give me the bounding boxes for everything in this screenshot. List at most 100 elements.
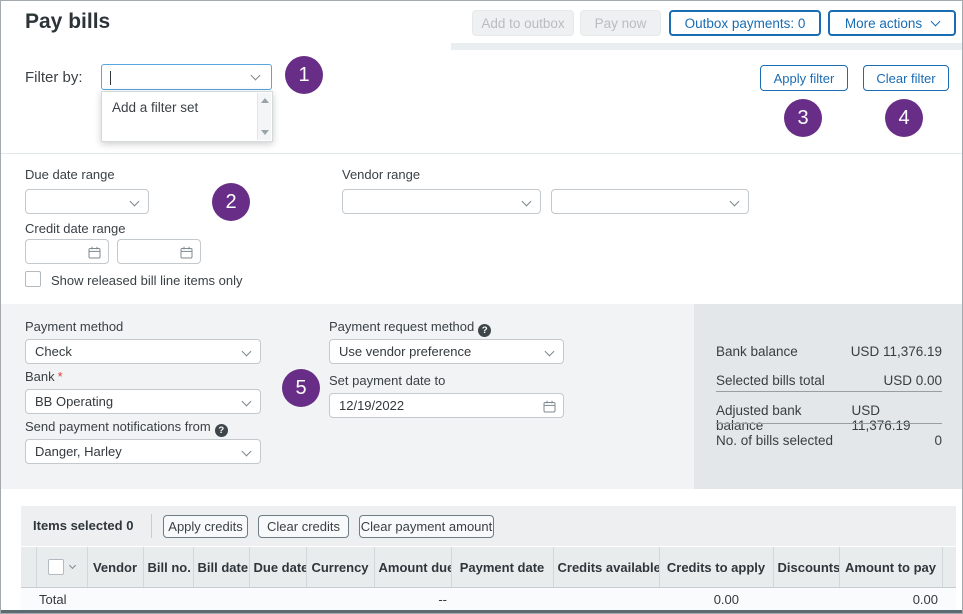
vendor-range-to-select[interactable]	[551, 189, 749, 214]
credit-date-range-label: Credit date range	[25, 221, 125, 236]
bank-label: Bank*	[25, 369, 63, 384]
apply-credits-button[interactable]: Apply credits	[163, 515, 248, 538]
total-empty	[942, 588, 956, 611]
col-due-date[interactable]: Due date	[249, 547, 306, 588]
required-asterisk: *	[58, 369, 63, 384]
callout-3: 3	[784, 99, 822, 137]
payment-date-input[interactable]: 12/19/2022	[329, 393, 564, 418]
toolbar-divider	[151, 514, 152, 538]
selected-bills-total-value: USD 0.00	[883, 373, 942, 388]
pay-bills-page: Pay bills Add to outbox Pay now Outbox p…	[0, 0, 963, 614]
clear-filter-button[interactable]: Clear filter	[863, 65, 949, 91]
total-empty	[87, 588, 374, 611]
credit-date-to-input[interactable]	[117, 239, 201, 264]
col-payment-date[interactable]: Payment date	[451, 547, 553, 588]
total-label: Total	[21, 588, 87, 611]
chevron-down-icon	[242, 447, 252, 457]
due-date-range-select[interactable]	[25, 189, 149, 214]
calendar-icon[interactable]	[180, 246, 193, 262]
payment-request-method-value: Use vendor preference	[339, 344, 471, 359]
vendor-range-label: Vendor range	[342, 167, 420, 182]
notifications-label-text: Send payment notifications from	[25, 419, 211, 434]
text-caret	[110, 71, 111, 85]
chevron-down-icon	[931, 17, 941, 27]
calendar-icon[interactable]	[543, 400, 556, 416]
chevron-down-icon	[130, 197, 140, 207]
bills-selected-count-value: 0	[934, 433, 942, 448]
clear-payment-amount-button[interactable]: Clear payment amount	[359, 515, 494, 538]
col-credits-available[interactable]: Credits available	[553, 547, 659, 588]
summary-row: No. of bills selected 0	[716, 433, 942, 448]
summary-divider	[716, 391, 942, 392]
help-icon[interactable]: ?	[215, 424, 228, 437]
due-date-range-label: Due date range	[25, 167, 115, 182]
payment-method-select[interactable]: Check	[25, 339, 261, 364]
notifications-from-label: Send payment notifications from?	[25, 419, 228, 437]
chevron-down-icon[interactable]	[69, 562, 76, 569]
help-icon[interactable]: ?	[478, 324, 491, 337]
select-all-checkbox[interactable]	[48, 559, 64, 575]
col-credits-to-apply[interactable]: Credits to apply	[659, 547, 773, 588]
callout-5: 5	[282, 369, 320, 407]
summary-row: Bank balance USD 11,376.19	[716, 344, 942, 359]
total-credits-to-apply: 0.00	[659, 588, 773, 611]
col-select-all	[36, 547, 87, 588]
header-shadow-strip	[451, 43, 962, 50]
summary-row: Selected bills total USD 0.00	[716, 373, 942, 388]
total-empty	[451, 588, 659, 611]
callout-4: 4	[885, 99, 923, 137]
items-selected-label: Items selected 0	[33, 518, 133, 533]
payment-request-method-label: Payment request method?	[329, 319, 491, 337]
col-bill-no[interactable]: Bill no.	[143, 547, 193, 588]
section-divider	[1, 153, 962, 154]
col-right-spacer	[942, 547, 956, 588]
show-released-label: Show released bill line items only	[51, 273, 242, 288]
col-currency[interactable]: Currency	[306, 547, 374, 588]
bank-select[interactable]: BB Operating	[25, 389, 261, 414]
calendar-icon[interactable]	[88, 246, 101, 262]
credit-date-from-input[interactable]	[25, 239, 109, 264]
bank-value: BB Operating	[35, 394, 113, 409]
callout-1: 1	[285, 56, 323, 94]
chevron-down-icon	[242, 347, 252, 357]
col-amount-due[interactable]: Amount due	[374, 547, 451, 588]
notifications-from-select[interactable]: Danger, Harley	[25, 439, 261, 464]
col-discounts[interactable]: Discounts	[773, 547, 839, 588]
bank-balance-value: USD 11,376.19	[851, 344, 942, 359]
total-row: Total -- 0.00 0.00	[21, 588, 956, 611]
chevron-down-icon	[730, 197, 740, 207]
table-header-row: Vendor Bill no. Bill date Due date Curre…	[21, 547, 956, 588]
bank-label-text: Bank	[25, 369, 55, 384]
bills-selected-count-label: No. of bills selected	[716, 433, 833, 448]
total-empty	[773, 588, 839, 611]
payment-method-value: Check	[35, 344, 72, 359]
col-bill-date[interactable]: Bill date	[193, 547, 249, 588]
selected-bills-total-label: Selected bills total	[716, 373, 825, 388]
show-released-checkbox[interactable]	[25, 271, 41, 287]
apply-filter-button[interactable]: Apply filter	[760, 65, 848, 91]
vendor-range-from-select[interactable]	[342, 189, 541, 214]
balance-summary-panel: Bank balance USD 11,376.19 Selected bill…	[694, 304, 962, 489]
bills-table: Vendor Bill no. Bill date Due date Curre…	[21, 546, 956, 611]
col-vendor[interactable]: Vendor	[87, 547, 143, 588]
more-actions-button[interactable]: More actions	[828, 10, 956, 36]
clear-credits-button[interactable]: Clear credits	[258, 515, 349, 538]
col-amount-to-pay[interactable]: Amount to pay	[839, 547, 942, 588]
scroll-up-icon[interactable]	[261, 98, 269, 103]
outbox-payments-button[interactable]: Outbox payments: 0	[669, 10, 821, 36]
pay-now-button[interactable]: Pay now	[580, 10, 661, 36]
scroll-down-icon[interactable]	[261, 130, 269, 135]
filter-set-combobox[interactable]	[101, 64, 272, 90]
payment-date-value: 12/19/2022	[339, 398, 404, 413]
payment-method-label: Payment method	[25, 319, 123, 334]
adjusted-bank-balance-label: Adjusted bank balance	[716, 403, 851, 433]
chevron-down-icon[interactable]	[251, 71, 261, 81]
summary-row: Adjusted bank balance USD 11,376.19	[716, 403, 942, 433]
add-to-outbox-button[interactable]: Add to outbox	[472, 10, 574, 36]
page-title: Pay bills	[25, 10, 110, 34]
payment-request-method-select[interactable]: Use vendor preference	[329, 339, 564, 364]
chevron-down-icon	[522, 197, 532, 207]
total-amount-to-pay: 0.00	[839, 588, 942, 611]
add-filter-set-option[interactable]: Add a filter set	[112, 100, 198, 115]
popup-scrollbar[interactable]	[257, 93, 271, 140]
